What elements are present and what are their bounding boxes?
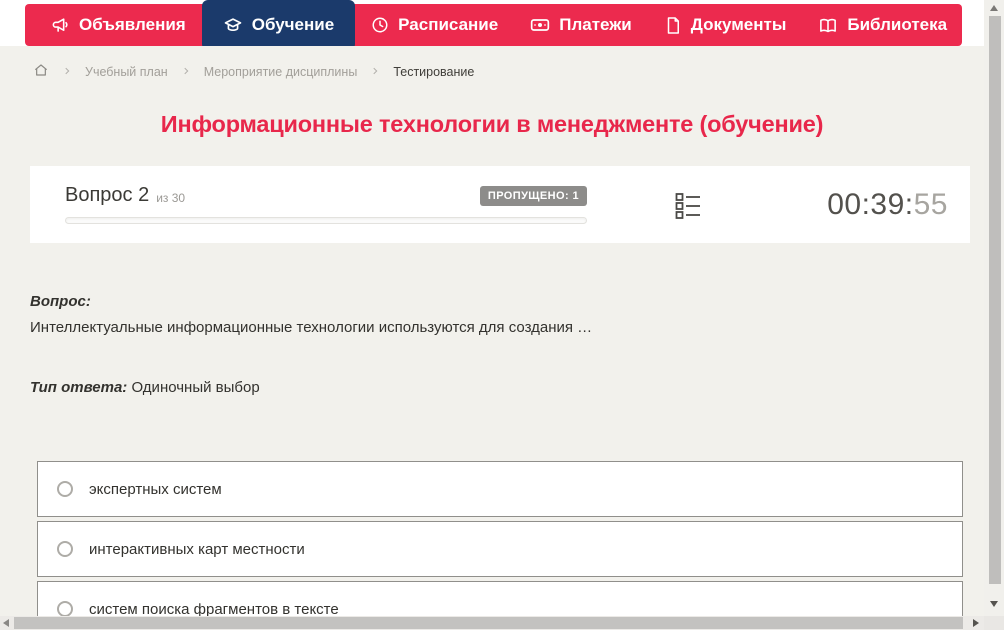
answer-options: экспертных систем интерактивных карт мес… [37,461,963,616]
horizontal-scrollbar-thumb[interactable] [14,617,963,629]
nav-bar: Объявления Обучение Расписание Платежи Д… [25,0,970,50]
banknote-icon [530,16,550,34]
answer-option-label: интерактивных карт местности [89,540,305,558]
scroll-down-arrow-icon[interactable] [990,601,998,607]
nav-item-training[interactable]: Обучение [201,0,356,50]
answer-option-1[interactable]: экспертных систем [37,461,963,517]
question-text: Интеллектуальные информационные технолог… [30,319,593,336]
answer-option-label: экспертных систем [89,480,222,498]
nav-item-payments[interactable]: Платежи [514,4,648,46]
vertical-scrollbar-thumb[interactable] [989,16,1001,584]
nav-item-label: Документы [690,15,787,34]
breadcrumb: Учебный план Мероприятие дисциплины Тест… [33,62,984,81]
main-content: Учебный план Мероприятие дисциплины Тест… [0,46,984,616]
nav-item-label: Платежи [559,15,632,34]
breadcrumb-item-testing: Тестирование [393,64,475,79]
scroll-left-arrow-icon[interactable] [3,619,9,627]
nav-item-label: Обучение [251,15,335,34]
answer-option-3[interactable]: систем поиска фрагментов в тексте [37,581,963,616]
breadcrumb-item-discipline-event[interactable]: Мероприятие дисциплины [204,65,358,79]
chevron-down-icon [960,19,972,31]
question-number: Вопрос 2 [65,184,150,206]
horizontal-scrollbar[interactable] [0,616,984,630]
timer-seconds: 55 [913,187,948,221]
breadcrumb-separator-icon [181,65,191,79]
book-icon [818,16,838,35]
question-progress-card: Вопрос 2 из 30 ПРОПУЩЕНО: 1 00:39:55 [30,166,970,243]
radio-button[interactable] [57,541,73,557]
clock-icon [371,16,389,34]
question-list-icon[interactable] [675,192,702,224]
question-progress-left: Вопрос 2 из 30 ПРОПУЩЕНО: 1 [65,184,587,224]
megaphone-icon [51,16,70,35]
browser-viewport: Объявления Обучение Расписание Платежи Д… [0,0,984,616]
nav-item-label: Библиотека [847,15,948,34]
skipped-badge: ПРОПУЩЕНО: 1 [479,185,587,206]
breadcrumb-item-study-plan[interactable]: Учебный план [85,65,168,79]
breadcrumb-separator-icon [370,65,380,79]
radio-button[interactable] [57,481,73,497]
nav-item-schedule[interactable]: Расписание [355,4,514,46]
breadcrumb-separator-icon [62,65,72,79]
timer: 00:39:55 [827,188,948,222]
nav-item-label: Расписание [398,15,499,34]
question-section: Вопрос: Интеллектуальные информационные … [30,293,984,396]
page-title: Информационные технологии в менеджменте … [160,111,824,137]
nav-item-label: Объявления [79,15,186,34]
answer-type-value: Одиночный выбор [131,379,260,396]
question-heading: Вопрос: [30,293,91,310]
timer-main: 00:39: [827,187,914,221]
radio-button[interactable] [57,601,73,616]
answer-option-label: систем поиска фрагментов в тексте [89,600,339,617]
document-icon [664,16,682,35]
vertical-scrollbar[interactable] [984,0,1004,616]
question-total: из 30 [156,190,186,205]
nav-item-library[interactable]: Библиотека [802,4,984,46]
nav-item-announcements[interactable]: Объявления [35,4,202,46]
scrollbar-corner [984,616,1004,630]
nav-item-documents[interactable]: Документы [648,4,803,46]
scroll-right-arrow-icon[interactable] [973,619,979,627]
progress-bar [65,217,587,224]
home-icon[interactable] [33,62,49,81]
graduation-cap-icon [223,15,243,35]
page: Объявления Обучение Расписание Платежи Д… [0,0,1004,630]
answer-option-2[interactable]: интерактивных карт местности [37,521,963,577]
top-navigation: Объявления Обучение Расписание Платежи Д… [0,0,984,50]
answer-type-label: Тип ответа: [30,379,128,396]
scroll-up-arrow-icon[interactable] [990,5,998,11]
